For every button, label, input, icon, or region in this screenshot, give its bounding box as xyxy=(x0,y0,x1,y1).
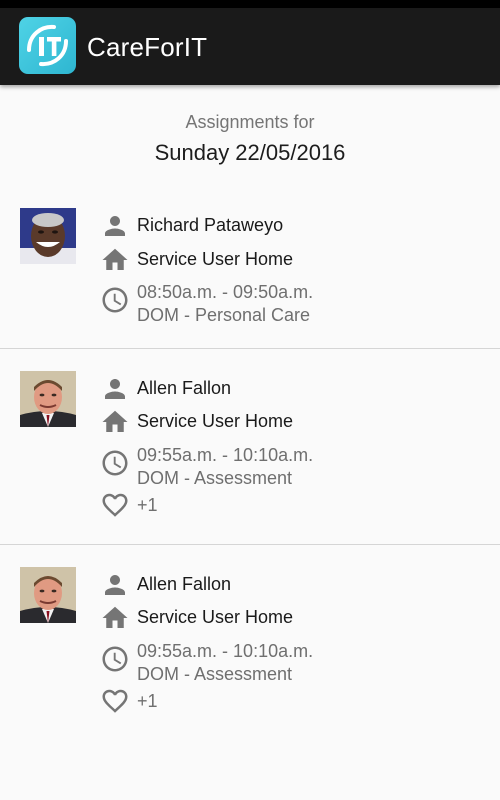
app-bar: CareForIT xyxy=(0,8,500,85)
time-range: 08:50a.m. - 09:50a.m. xyxy=(137,282,314,302)
client-name: Richard Pataweyo xyxy=(137,215,284,235)
assignments-date: Sunday 22/05/2016 xyxy=(154,140,346,165)
avatar xyxy=(20,371,76,427)
service-type: DOM - Assessment xyxy=(137,468,293,488)
app-title: CareForIT xyxy=(87,32,208,62)
person-icon xyxy=(105,379,125,399)
heart-icon[interactable] xyxy=(100,686,130,716)
likes-count: +1 xyxy=(137,495,158,515)
person-icon xyxy=(105,216,125,236)
time-range: 09:55a.m. - 10:10a.m. xyxy=(137,641,314,661)
heart-icon[interactable] xyxy=(100,490,130,520)
assignments-subtitle: Assignments for xyxy=(185,112,315,132)
status-bar xyxy=(0,0,500,8)
service-type: DOM - Assessment xyxy=(137,664,293,684)
location-label: Service User Home xyxy=(137,607,294,627)
avatar xyxy=(20,567,76,623)
divider xyxy=(0,544,500,545)
clock-icon xyxy=(102,646,128,672)
service-type: DOM - Personal Care xyxy=(137,305,311,325)
time-range: 09:55a.m. - 10:10a.m. xyxy=(137,445,314,465)
app-logo xyxy=(19,17,76,74)
divider xyxy=(0,348,500,349)
location-label: Service User Home xyxy=(137,411,294,431)
home-icon xyxy=(102,248,128,270)
location-label: Service User Home xyxy=(137,249,294,269)
clock-icon xyxy=(102,450,128,476)
clock-icon xyxy=(102,287,128,313)
home-icon xyxy=(102,606,128,628)
client-name: Allen Fallon xyxy=(137,378,232,398)
person-icon xyxy=(105,575,125,595)
avatar xyxy=(20,208,76,264)
home-icon xyxy=(102,410,128,432)
likes-count: +1 xyxy=(137,691,158,711)
assignments-header: Assignments for Sunday 22/05/2016 xyxy=(0,110,500,169)
client-name: Allen Fallon xyxy=(137,574,232,594)
